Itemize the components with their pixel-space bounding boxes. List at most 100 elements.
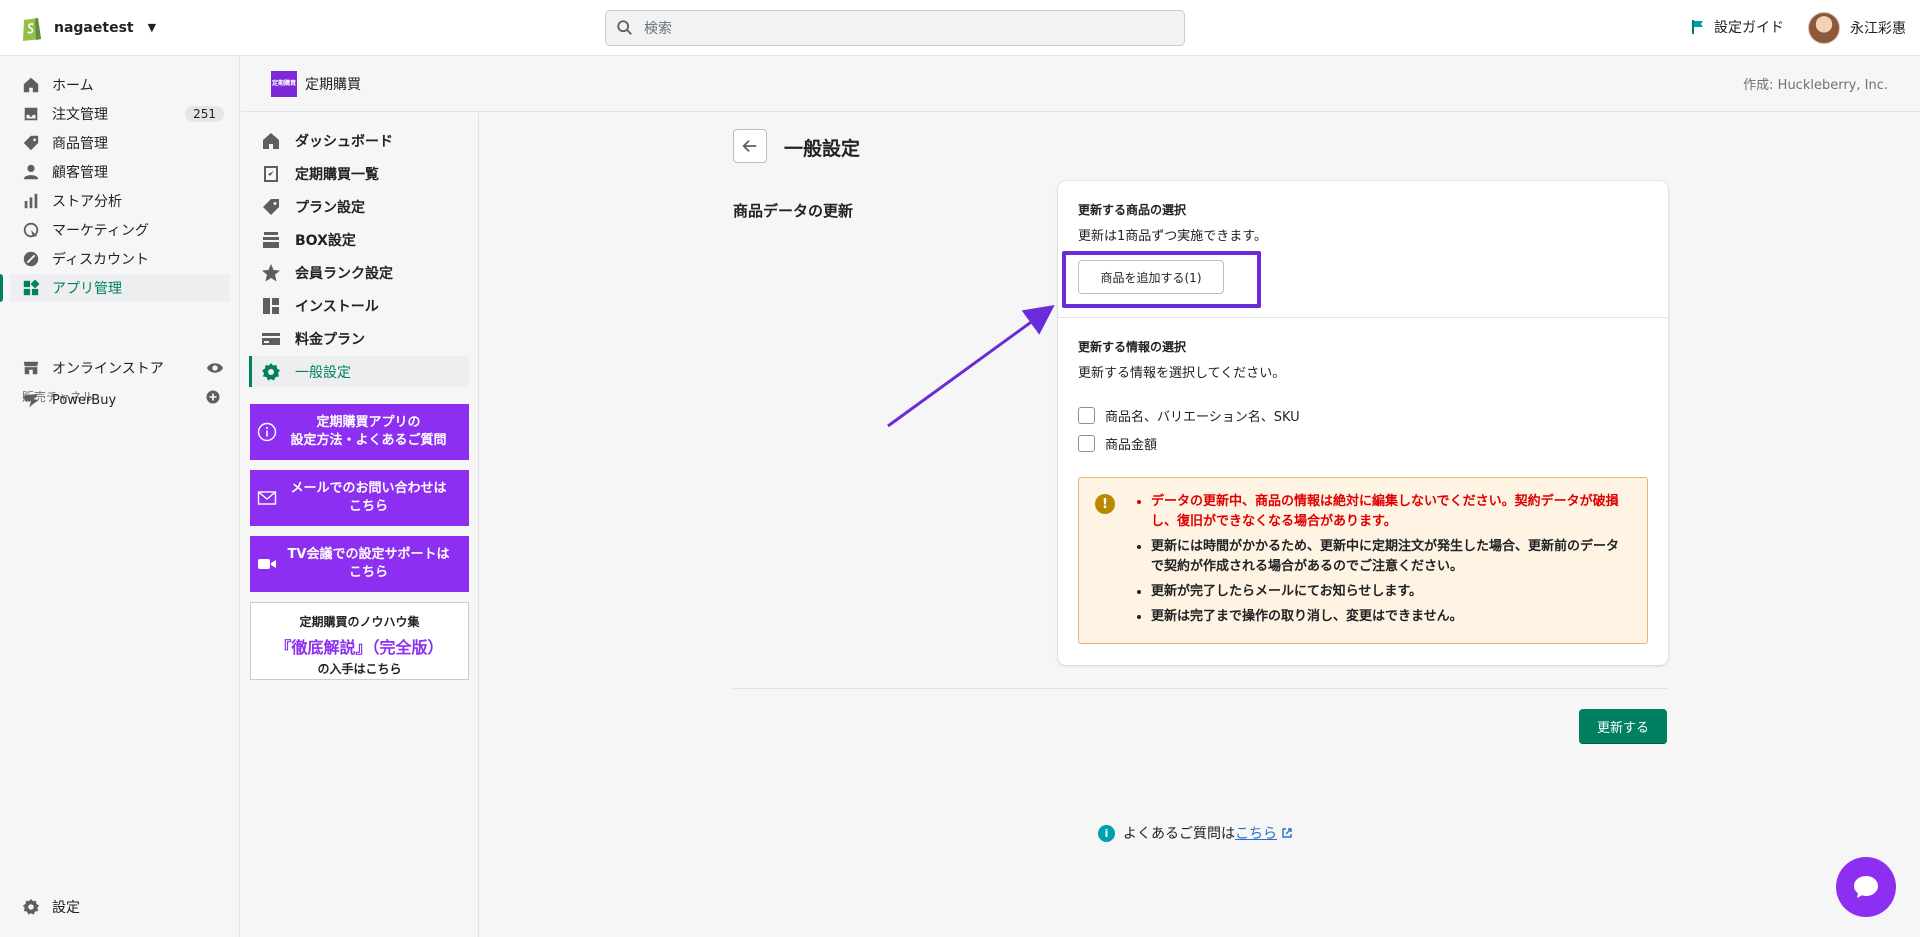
sidebar-item-label: マーケティング — [52, 223, 149, 239]
checkbox[interactable] — [1078, 407, 1095, 424]
video-icon — [258, 559, 276, 569]
app-nav-box-settings[interactable]: BOX設定 — [249, 224, 469, 255]
video-support-button[interactable]: TV会議での設定サポートは こちら — [250, 536, 469, 592]
checkbox[interactable] — [1078, 435, 1095, 452]
app-nav-subscriptions[interactable]: 定期購買一覧 — [249, 158, 469, 189]
sidebar-item-label: 注文管理 — [52, 107, 108, 123]
faq-link[interactable]: こちら — [1235, 823, 1277, 843]
home-icon — [263, 132, 279, 149]
apps-icon — [23, 279, 40, 296]
discount-icon — [23, 251, 39, 267]
promo-line: 定期購買アプリの — [316, 415, 421, 430]
powerbuy-icon — [23, 393, 39, 408]
home-icon — [23, 77, 39, 93]
sidebar-item-settings[interactable]: 設定 — [10, 893, 230, 921]
app-nav-pricing[interactable]: 料金プラン — [249, 323, 469, 354]
faq-text: よくあるご質問は — [1123, 826, 1235, 842]
checkbox-product-price[interactable]: 商品金額 — [1078, 434, 1157, 453]
sidebar-item-label: 顧客管理 — [52, 165, 108, 181]
search-placeholder: 検索 — [644, 21, 672, 37]
tag-icon — [263, 198, 279, 215]
app-header: 定期購買 定期購買 作成: Huckleberry, Inc. — [241, 56, 1920, 112]
search-input[interactable]: 検索 — [605, 10, 1185, 46]
analytics-icon — [24, 193, 38, 209]
app-nav-plan-settings[interactable]: プラン設定 — [249, 191, 469, 222]
promo-line: 設定方法・よくあるご質問 — [290, 433, 447, 448]
annotation-highlight-box — [1062, 251, 1261, 308]
info-select-heading: 更新する情報の選択 — [1078, 340, 1187, 354]
store-switcher[interactable]: nagaetest ▼ — [20, 14, 156, 42]
tag-icon — [23, 135, 39, 151]
user-menu[interactable]: 永江彩惠 — [1808, 12, 1906, 44]
checkbox-product-name[interactable]: 商品名、バリエーション名、SKU — [1078, 406, 1300, 425]
warning-item: 更新が完了したらメールにてお知らせします。 — [1151, 582, 1631, 602]
external-link-icon[interactable] — [1281, 827, 1293, 839]
app-logo: 定期購買 — [271, 70, 297, 97]
sidebar-item-online-store[interactable]: オンラインストア — [10, 354, 230, 382]
product-select-help: 更新は1商品ずつ実施できます。 — [1078, 229, 1267, 244]
sidebar-item-home[interactable]: ホーム — [10, 71, 230, 99]
store-name: nagaetest — [54, 19, 134, 36]
top-bar: nagaetest ▼ 検索 設定ガイド 永江彩惠 — [0, 0, 1920, 56]
email-contact-button[interactable]: メールでのお問い合わせは こちら — [250, 470, 469, 526]
warning-item: データの更新中、商品の情報は絶対に編集しないでください。契約データが破損し、復旧… — [1151, 492, 1631, 532]
card-divider — [1058, 317, 1668, 318]
sidebar-item-orders[interactable]: 注文管理 251 — [10, 100, 230, 128]
credit-card-icon — [262, 332, 280, 345]
faq-promo-button[interactable]: 定期購買アプリの設定方法・よくあるご質問 — [250, 404, 469, 460]
app-nav-install[interactable]: インストール — [249, 290, 469, 321]
app-sidebar: ダッシュボード 定期購買一覧 プラン設定 BOX設定 会員ランク設定 インストー… — [241, 113, 479, 937]
sidebar-item-label: ホーム — [52, 78, 94, 94]
app-nav-label: ダッシュボード — [295, 133, 393, 150]
sidebar-item-label: オンラインストア — [52, 361, 164, 377]
app-title: 定期購買 — [305, 76, 361, 93]
sidebar-item-marketing[interactable]: マーケティング — [10, 216, 230, 244]
knowhow-line: の入手はこちら — [317, 662, 402, 676]
checkbox-label: 商品名、バリエーション名、SKU — [1105, 410, 1300, 425]
app-nav-member-rank[interactable]: 会員ランク設定 — [249, 257, 469, 288]
promo-line: こちら — [348, 499, 388, 514]
caret-down-icon: ▼ — [147, 21, 157, 34]
eye-icon[interactable] — [206, 359, 224, 377]
content-divider — [733, 688, 1668, 689]
avatar — [1808, 12, 1840, 44]
shopify-logo-icon — [23, 17, 41, 41]
user-name: 永江彩惠 — [1850, 21, 1906, 37]
gear-icon — [22, 898, 40, 915]
app-nav-general-settings[interactable]: 一般設定 — [249, 356, 469, 387]
warning-list: データの更新中、商品の情報は絶対に編集しないでください。契約データが破損し、復旧… — [1151, 492, 1631, 632]
warning-item: 更新は完了まで操作の取り消し、変更はできません。 — [1151, 607, 1631, 627]
sidebar-item-apps[interactable]: アプリ管理 — [0, 274, 230, 302]
page-title: 一般設定 — [784, 138, 861, 160]
info-icon: i — [1098, 824, 1115, 842]
sidebar-item-label: アプリ管理 — [52, 281, 122, 297]
sidebar-item-powerbuy[interactable]: PowerBuy — [10, 386, 230, 414]
info-icon — [257, 422, 277, 442]
admin-sidebar: ホーム 注文管理 251 商品管理 顧客管理 ストア分析 マーケティング ディス… — [0, 56, 240, 937]
promo-line: こちら — [348, 565, 388, 580]
gear-icon — [262, 362, 280, 380]
app-nav-label: 定期購買一覧 — [295, 166, 379, 183]
promo-line: メールでのお問い合わせは — [290, 481, 447, 496]
update-button[interactable]: 更新する — [1579, 709, 1667, 744]
app-nav-dashboard[interactable]: ダッシュボード — [249, 125, 469, 156]
sidebar-item-customers[interactable]: 顧客管理 — [10, 158, 230, 186]
promo-line: TV会議での設定サポートは — [287, 547, 450, 562]
sidebar-item-products[interactable]: 商品管理 — [10, 129, 230, 157]
app-nav-label: BOX設定 — [295, 232, 356, 249]
orders-count-badge: 251 — [185, 106, 224, 122]
sidebar-item-label: 商品管理 — [52, 136, 108, 152]
info-select-help: 更新する情報を選択してください。 — [1078, 366, 1286, 381]
back-button[interactable] — [733, 129, 767, 163]
sidebar-item-discounts[interactable]: ディスカウント — [10, 245, 230, 273]
sidebar-item-analytics[interactable]: ストア分析 — [10, 187, 230, 215]
store-icon — [23, 361, 39, 375]
chat-button[interactable] — [1836, 857, 1896, 917]
setup-guide-button[interactable]: 設定ガイド — [1690, 17, 1784, 37]
app-nav-label: 一般設定 — [295, 364, 351, 381]
customer-icon — [23, 164, 39, 180]
star-icon — [262, 263, 280, 281]
knowhow-banner[interactable]: 定期購買のノウハウ集 『徹底解説』（完全版） の入手はこちら — [250, 602, 469, 680]
product-select-heading: 更新する商品の選択 — [1078, 203, 1187, 217]
warning-banner: ! データの更新中、商品の情報は絶対に編集しないでください。契約データが破損し、… — [1078, 477, 1648, 644]
